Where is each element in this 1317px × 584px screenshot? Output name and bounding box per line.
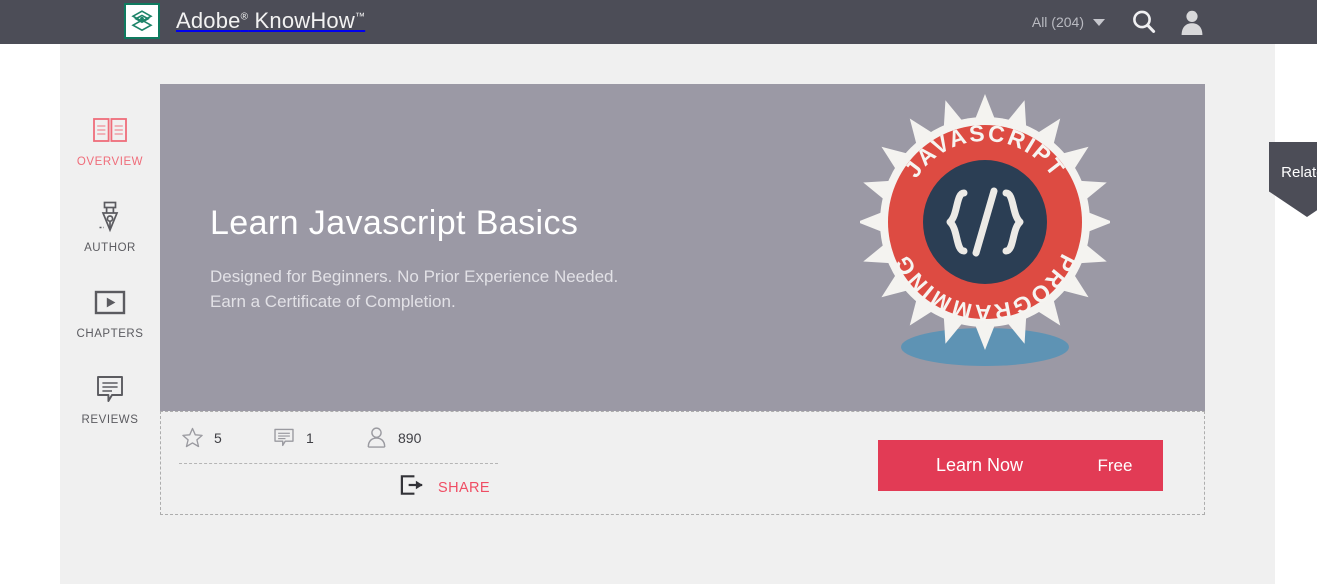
sidebar-item-overview[interactable]: OVERVIEW <box>60 110 160 170</box>
search-button[interactable] <box>1129 7 1159 37</box>
sidebar-label-overview: OVERVIEW <box>76 156 144 168</box>
price-label: Free <box>1097 455 1133 475</box>
rating-stat: 5 <box>179 426 271 449</box>
stats-divider <box>179 463 498 464</box>
open-book-icon <box>60 110 160 152</box>
sidebar-item-chapters[interactable]: CHAPTERS <box>60 282 160 342</box>
share-export-icon <box>399 474 426 501</box>
pen-nib-icon <box>60 196 160 238</box>
brand-product: KnowHow <box>248 8 355 33</box>
learners-value: 890 <box>398 429 422 446</box>
learn-now-button[interactable]: Learn Now Free <box>878 440 1163 491</box>
share-button[interactable]: SHARE <box>399 474 490 501</box>
person-icon <box>363 426 389 449</box>
star-icon <box>179 426 205 449</box>
comment-icon <box>271 427 297 448</box>
hero-copy: Learn Javascript Basics Designed for Beg… <box>210 182 830 314</box>
sidebar-label-author: AUTHOR <box>84 242 136 254</box>
user-avatar-icon <box>1181 10 1203 35</box>
course-stats: 5 1 890 <box>179 426 509 449</box>
account-button[interactable] <box>1179 8 1205 36</box>
hero-subtitle-line-2: Earn a Certificate of Completion. <box>210 291 456 311</box>
brand-title: Adobe® KnowHow™ <box>176 8 365 34</box>
section-sidebar: OVERVIEW AUTHOR CHAPTERS REVIEWS <box>60 110 160 454</box>
chevron-down-icon <box>1093 18 1105 26</box>
video-play-icon <box>60 282 160 324</box>
brand-home-link[interactable]: Adobe® KnowHow™ <box>124 3 365 39</box>
rating-value: 5 <box>214 429 222 446</box>
sidebar-label-reviews: REVIEWS <box>81 414 139 426</box>
hero-subtitle: Designed for Beginners. No Prior Experie… <box>210 265 830 314</box>
comment-bubble-icon <box>60 368 160 410</box>
sidebar-item-author[interactable]: AUTHOR <box>60 196 160 256</box>
related-ribbon-label: Related <box>1281 164 1317 181</box>
sidebar-label-chapters: CHAPTERS <box>76 328 144 340</box>
javascript-programming-badge-icon: JAVASCRIPT PROGRAMMING <box>857 89 1113 379</box>
page-root: Adobe® KnowHow™ All (204) OVERVIEW AUTHO… <box>0 0 1317 584</box>
related-ribbon-tab[interactable]: Related <box>1269 142 1317 217</box>
adobe-knowhow-layers-icon <box>124 3 160 39</box>
comments-value: 1 <box>306 429 314 446</box>
top-bar-actions: All (204) <box>1032 0 1225 44</box>
brand-name: Adobe <box>176 8 241 33</box>
share-label: SHARE <box>438 479 490 496</box>
page-title: Learn Javascript Basics <box>210 203 579 242</box>
trademark-mark: ™ <box>354 11 366 23</box>
course-hero-banner: Learn Javascript Basics Designed for Beg… <box>160 84 1317 411</box>
search-icon <box>1133 10 1156 33</box>
sidebar-item-reviews[interactable]: REVIEWS <box>60 368 160 428</box>
course-actions-card: 5 1 890 SHARE Learn Now Free <box>160 411 1205 515</box>
top-navigation-bar: Adobe® KnowHow™ All (204) <box>0 0 1317 44</box>
comments-stat: 1 <box>271 427 363 448</box>
catalog-filter-label: All (204) <box>1031 14 1084 30</box>
learn-now-label: Learn Now <box>935 455 1024 475</box>
hero-subtitle-line-1: Designed for Beginners. No Prior Experie… <box>210 266 619 286</box>
catalog-filter-dropdown[interactable]: All (204) <box>1032 14 1105 30</box>
learners-stat: 890 <box>363 426 455 449</box>
